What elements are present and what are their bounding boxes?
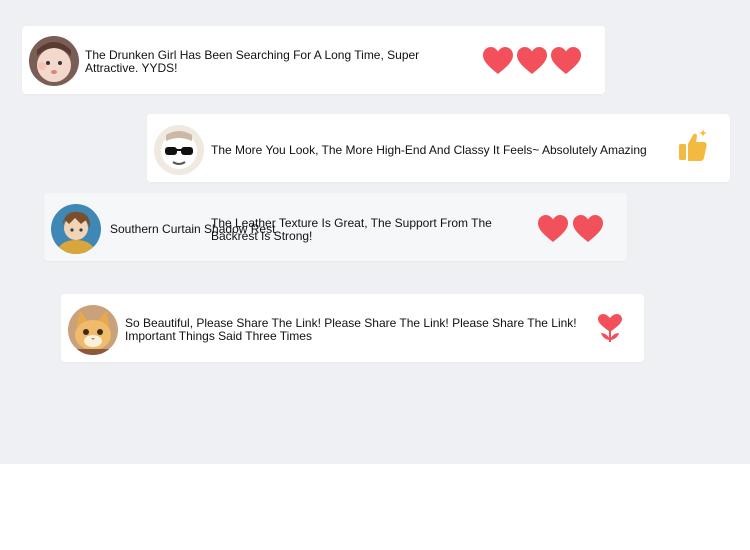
heart-flower-icon[interactable] [596, 312, 624, 344]
heart-icon[interactable] [572, 214, 604, 244]
comment-card: The Drunken Girl Has Been Searching For … [22, 26, 605, 94]
comment-text: The More You Look, The More High-End And… [211, 143, 647, 157]
heart-icon[interactable] [516, 46, 548, 76]
comment-text: The Drunken Girl Has Been Searching For … [85, 48, 420, 75]
comment-card: The More You Look, The More High-End And… [147, 114, 730, 182]
baby-face-avatar[interactable] [29, 36, 79, 86]
sunglasses-avatar[interactable] [154, 125, 204, 175]
comment-text: So Beautiful, Please Share The Link! Ple… [125, 316, 577, 343]
heart-icon[interactable] [537, 214, 569, 244]
cat-avatar[interactable] [68, 305, 118, 355]
comment-card: Southern Curtain Shadow Rest The Leather… [44, 193, 627, 261]
comment-text: The Leather Texture Is Great, The Suppor… [211, 216, 492, 243]
heart-icon[interactable] [482, 46, 514, 76]
heart-icon[interactable] [550, 46, 582, 76]
anime-character-avatar[interactable] [51, 204, 101, 254]
thumbs-up-icon[interactable] [677, 127, 709, 163]
comment-card: So Beautiful, Please Share The Link! Ple… [61, 294, 644, 362]
